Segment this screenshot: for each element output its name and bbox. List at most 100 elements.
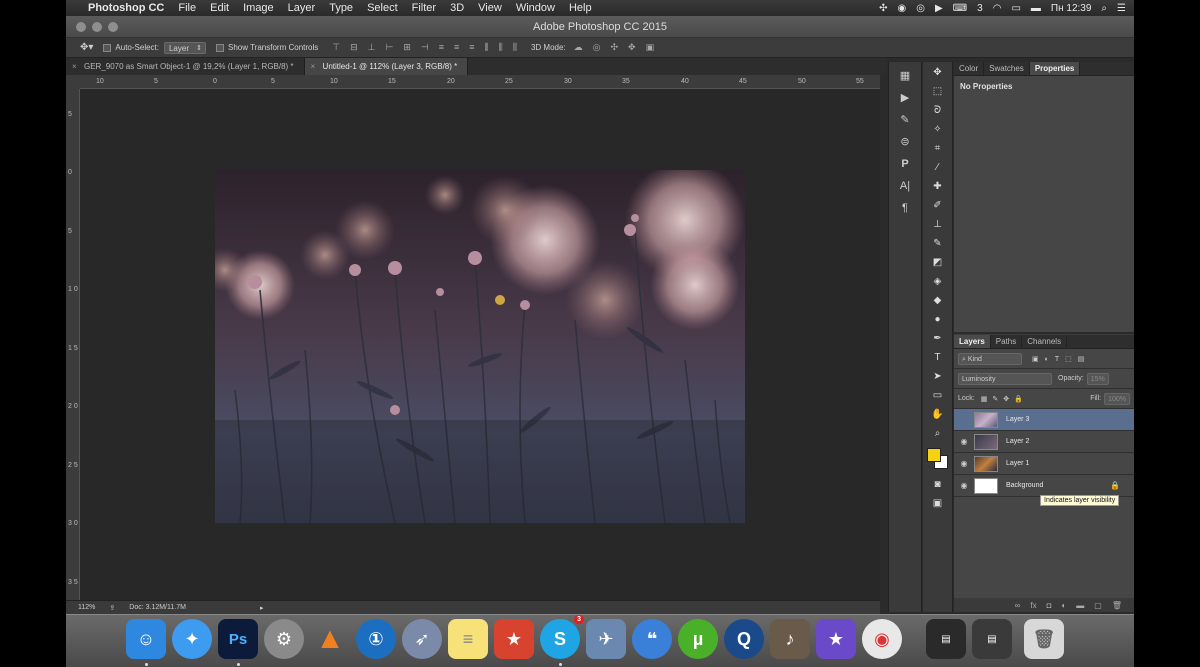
close-tab-icon[interactable]: × (311, 58, 316, 75)
1password-icon[interactable]: ① (356, 619, 396, 659)
skype-icon[interactable]: S 3 (540, 615, 584, 659)
blur-tool-icon[interactable]: ◆ (927, 292, 949, 309)
tab-untitled[interactable]: × Untitled-1 @ 112% (Layer 3, RGB/8) * (304, 58, 469, 75)
tab-channels[interactable]: Channels (1022, 335, 1068, 348)
paint-bucket-tool-icon[interactable]: ◈ (927, 273, 949, 290)
vlc-icon[interactable]: ▲ (310, 619, 350, 659)
add-mask-icon[interactable]: ◘ (1047, 601, 1052, 610)
tab-swatches[interactable]: Swatches (984, 62, 1030, 75)
messages-icon[interactable]: ❝ (632, 619, 672, 659)
rectangle-tool-icon[interactable]: ▭ (927, 387, 949, 404)
menu-edit[interactable]: Edit (210, 2, 229, 14)
distribute-1-icon[interactable]: ≡ (439, 42, 444, 53)
color-swatches[interactable] (926, 448, 949, 470)
delete-layer-icon[interactable]: 🗑 (1112, 601, 1122, 610)
tab-layers[interactable]: Layers (954, 335, 991, 348)
quick-select-tool-icon[interactable]: ✧ (927, 121, 949, 138)
align-top-icon[interactable]: ⊤ (332, 42, 340, 53)
layer-row[interactable]: ◉ Layer 2 (954, 431, 1134, 453)
notes-icon[interactable]: ≡ (448, 619, 488, 659)
hand-tool-icon[interactable]: ✋ (927, 406, 949, 423)
distribute-3-icon[interactable]: ≡ (469, 42, 474, 53)
filter-type-icons[interactable]: ▣◐T⬚▤ (1032, 355, 1090, 363)
fill-field[interactable]: 100% (1104, 392, 1130, 405)
marquee-tool-icon[interactable]: ⬚ (927, 83, 949, 100)
layer-name[interactable]: Layer 3 (1006, 416, 1029, 423)
dropbox-icon[interactable]: ✣ (879, 3, 887, 14)
wunderlist-icon[interactable]: ★ (494, 619, 534, 659)
paragraph-styles-icon[interactable]: P (896, 156, 914, 172)
foreground-color[interactable] (926, 448, 941, 462)
move-tool-icon[interactable]: ✥▾ (80, 42, 93, 53)
share-icon[interactable]: ⇪ (109, 604, 115, 612)
dodge-tool-icon[interactable]: ● (927, 311, 949, 328)
imovie-icon[interactable]: ★ (816, 619, 856, 659)
menu-layer[interactable]: Layer (288, 2, 316, 14)
pen-tool-icon[interactable]: ✒ (927, 330, 949, 347)
status-menu-arrow-icon[interactable]: ▸ (260, 604, 264, 612)
lock-icons[interactable]: ▦✎✥🔒 (981, 395, 1028, 403)
eraser-tool-icon[interactable]: ◩ (927, 254, 949, 271)
layer-row[interactable]: ◉ Background 🔒 (954, 475, 1134, 497)
transform-controls-checkbox[interactable] (216, 43, 224, 52)
layer-row[interactable]: Layer 3 (954, 409, 1134, 431)
zoom-level[interactable]: 112% (78, 604, 95, 611)
document-image[interactable] (215, 170, 745, 523)
adjustments-icon[interactable]: ⊜ (896, 134, 914, 150)
screen-mode-icon[interactable]: ▣ (927, 495, 949, 512)
battery-icon[interactable]: ▭ (1011, 3, 1020, 14)
utorrent-icon[interactable]: µ (678, 619, 718, 659)
quick-mask-icon[interactable]: ◙ (927, 476, 949, 493)
launchpad-icon[interactable]: ➶ (402, 619, 442, 659)
3d-pan-icon[interactable]: ✣ (611, 42, 619, 53)
layer-name[interactable]: Layer 1 (1006, 460, 1029, 467)
menu-app-name[interactable]: Photoshop CC (88, 2, 164, 14)
doc-size[interactable]: Doc: 3.12M/11.7M (129, 604, 186, 611)
layer-name[interactable]: Background (1006, 482, 1043, 489)
menu-file[interactable]: File (178, 2, 196, 14)
clone-stamp-tool-icon[interactable]: ⊥ (927, 216, 949, 233)
histogram-icon[interactable]: ▦ (896, 68, 914, 84)
tab-smart-object[interactable]: × GER_9070 as Smart Object-1 @ 19,2% (La… (66, 58, 305, 75)
new-layer-icon[interactable]: ▢ (1094, 601, 1102, 610)
list-icon[interactable]: ☰ (1117, 3, 1126, 14)
minimized-window-1[interactable]: ▤ (926, 619, 966, 659)
input-source-icon[interactable]: ⌨ (953, 3, 967, 14)
finder-icon[interactable]: ☺ (126, 619, 166, 659)
blend-mode-dropdown[interactable]: Luminosity (958, 372, 1052, 385)
lasso-tool-icon[interactable]: ᘐ (927, 102, 949, 119)
adjustment-layer-icon[interactable]: ◐ (1061, 601, 1066, 610)
garageband-icon[interactable]: ♪ (770, 619, 810, 659)
auto-select-checkbox[interactable] (103, 43, 112, 52)
type-tool-icon[interactable]: T (927, 349, 949, 366)
zoom-window-button[interactable] (108, 22, 118, 32)
menu-help[interactable]: Help (569, 2, 592, 14)
align-left-icon[interactable]: ⊢ (386, 42, 394, 53)
quicktime-icon[interactable]: Q (724, 619, 764, 659)
chrome-icon[interactable]: ◉ (862, 619, 902, 659)
new-group-icon[interactable]: ▬ (1076, 601, 1084, 610)
menu-type[interactable]: Type (329, 2, 353, 14)
minimize-window-button[interactable] (92, 22, 102, 32)
close-tab-icon[interactable]: × (72, 58, 77, 75)
clock[interactable]: Пн 12:39 (1051, 3, 1092, 14)
minimized-window-2[interactable]: ▤ (972, 619, 1012, 659)
eyedropper-tool-icon[interactable]: ⁄ (927, 159, 949, 176)
move-tool-icon[interactable]: ✥ (927, 64, 949, 81)
auto-select-dropdown[interactable]: Layer (163, 41, 206, 54)
paragraph-icon[interactable]: ¶ (896, 200, 914, 216)
menu-select[interactable]: Select (367, 2, 398, 14)
distribute-2-icon[interactable]: ≡ (454, 42, 459, 53)
tab-color[interactable]: Color (954, 62, 985, 75)
eye-icon[interactable]: ◉ (954, 481, 974, 490)
system-preferences-icon[interactable]: ⚙ (264, 619, 304, 659)
tab-paths[interactable]: Paths (991, 335, 1023, 348)
close-window-button[interactable] (76, 22, 86, 32)
align-hcenter-icon[interactable]: ⊞ (403, 42, 411, 53)
filter-kind-dropdown[interactable]: ⌕ Kind (958, 352, 1022, 365)
opacity-field[interactable]: 15% (1086, 372, 1109, 385)
menu-window[interactable]: Window (516, 2, 555, 14)
safari-icon[interactable]: ✦ (172, 619, 212, 659)
vertical-ruler[interactable]: 5 0 5 1 0 1 5 2 0 2 5 3 0 3 5 (66, 89, 80, 600)
3d-orbit-icon[interactable]: ☁ (574, 42, 583, 53)
